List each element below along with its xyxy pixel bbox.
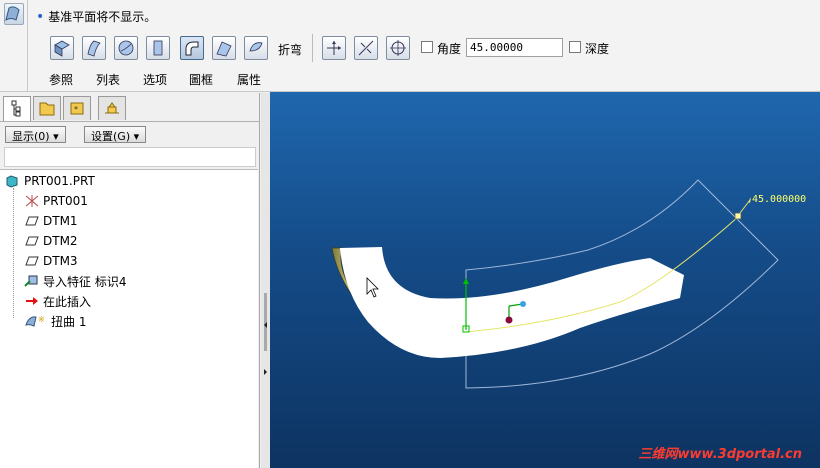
insert-arrow-icon (24, 294, 40, 308)
depth-checkbox[interactable] (569, 41, 581, 53)
datum-plane-icon (24, 214, 40, 228)
connections-icon (105, 102, 119, 114)
direction-button[interactable] (386, 36, 410, 60)
flip-button[interactable] (354, 36, 378, 60)
tree-filter-strip[interactable] (4, 147, 256, 167)
dashboard-separator (27, 0, 28, 92)
angle-dimension-label: 45.000000 (752, 194, 806, 205)
tree-item-dtm3[interactable]: DTM3 (24, 252, 78, 270)
tree-item-dtm1[interactable]: DTM1 (24, 212, 78, 230)
tree-item-label: PRT001.PRT (24, 174, 95, 188)
datum-plane-icon (24, 254, 40, 268)
folder-icon (39, 102, 55, 116)
fold-button[interactable] (180, 36, 204, 60)
tab-frame[interactable]: 圖框 (189, 71, 213, 88)
fold-label: 折弯 (278, 43, 303, 57)
coordinate-system-icon (24, 194, 40, 208)
feature-dashboard: • 基准平面将不显示。 折弯 角度 45.00000 深度 参照 列表 选项 圖框… (0, 0, 820, 92)
axis-button[interactable] (322, 36, 346, 60)
panel-toolbar: 显示(0) ▾ 设置(G) ▾ (0, 121, 260, 147)
settings-dropdown-button[interactable]: 设置(G) ▾ (84, 126, 147, 143)
model-tree-panel: * 显示(0) ▾ 设置(G) ▾ PRT001.PRT PRT001 DTM1… (0, 93, 260, 468)
angle-checkbox[interactable] (421, 41, 433, 53)
import-feature-icon (24, 274, 40, 288)
model-tree-icon (11, 100, 21, 117)
tab-references[interactable]: 参照 (49, 71, 73, 88)
tree-item-label: DTM3 (43, 254, 78, 268)
status-message-text: 基准平面将不显示。 (48, 10, 157, 24)
graphics-viewport[interactable]: 45.000000 三维网www.3dportal.cn (270, 92, 820, 468)
tab-model-tree[interactable] (3, 96, 31, 121)
svg-text:*: * (74, 105, 78, 114)
model-canvas: 45.000000 (331, 179, 806, 389)
twist-button[interactable] (212, 36, 236, 60)
show-dropdown-button[interactable]: 显示(0) ▾ (5, 126, 66, 143)
datum-plane-icon (24, 234, 40, 248)
tree-item-import-feature[interactable]: 导入特征 标识4 (24, 272, 126, 290)
stretch-button[interactable] (146, 36, 170, 60)
transform-button[interactable] (50, 36, 74, 60)
tab-list[interactable]: 列表 (96, 71, 120, 88)
tree-item-part[interactable]: PRT001.PRT (5, 172, 95, 190)
status-message: • 基准平面将不显示。 (36, 8, 156, 25)
tree-item-label: 扭曲 1 (51, 314, 87, 329)
angle-label: 角度 (437, 42, 462, 56)
tree-item-label: DTM1 (43, 214, 78, 228)
angle-input[interactable]: 45.00000 (466, 38, 563, 57)
bullet-icon: • (36, 9, 45, 25)
tree-connector (13, 188, 14, 318)
tree-item-label: 在此插入 (43, 294, 92, 309)
spine-button[interactable] (114, 36, 138, 60)
tree-item-label: DTM2 (43, 234, 78, 248)
splitter-arrows-icon (264, 293, 267, 375)
sculpt-button[interactable] (244, 36, 268, 60)
tab-folder-browser[interactable] (33, 96, 61, 120)
tree-item-warp[interactable]: ※ 扭曲 1 (24, 312, 86, 330)
svg-text:※: ※ (38, 315, 45, 324)
tab-options[interactable]: 选项 (143, 71, 167, 88)
tree-item-csys[interactable]: PRT001 (24, 192, 88, 210)
tab-properties[interactable]: 属性 (237, 71, 261, 88)
part-icon (5, 174, 21, 188)
toolbar-divider (312, 34, 313, 62)
warp-feature-icon: ※ (24, 314, 48, 328)
model-tree: PRT001.PRT PRT001 DTM1 DTM2 DTM3 导入特征 标识… (0, 169, 258, 468)
warp-feature-icon[interactable] (4, 3, 24, 25)
tree-item-insert-here[interactable]: 在此插入 (24, 292, 91, 310)
tree-item-label: PRT001 (43, 194, 88, 208)
tree-item-dtm2[interactable]: DTM2 (24, 232, 78, 250)
favorites-icon: * (70, 102, 84, 115)
panel-splitter[interactable] (261, 93, 270, 468)
depth-label: 深度 (585, 42, 610, 56)
watermark-text: 三维网www.3dportal.cn (638, 447, 802, 462)
tab-favorites[interactable]: * (63, 96, 91, 120)
angle-drag-handle (734, 212, 742, 220)
tab-connections[interactable] (98, 96, 126, 120)
tree-item-label: 导入特征 标识4 (43, 274, 127, 289)
part-body (340, 247, 684, 358)
warp-button[interactable] (82, 36, 106, 60)
